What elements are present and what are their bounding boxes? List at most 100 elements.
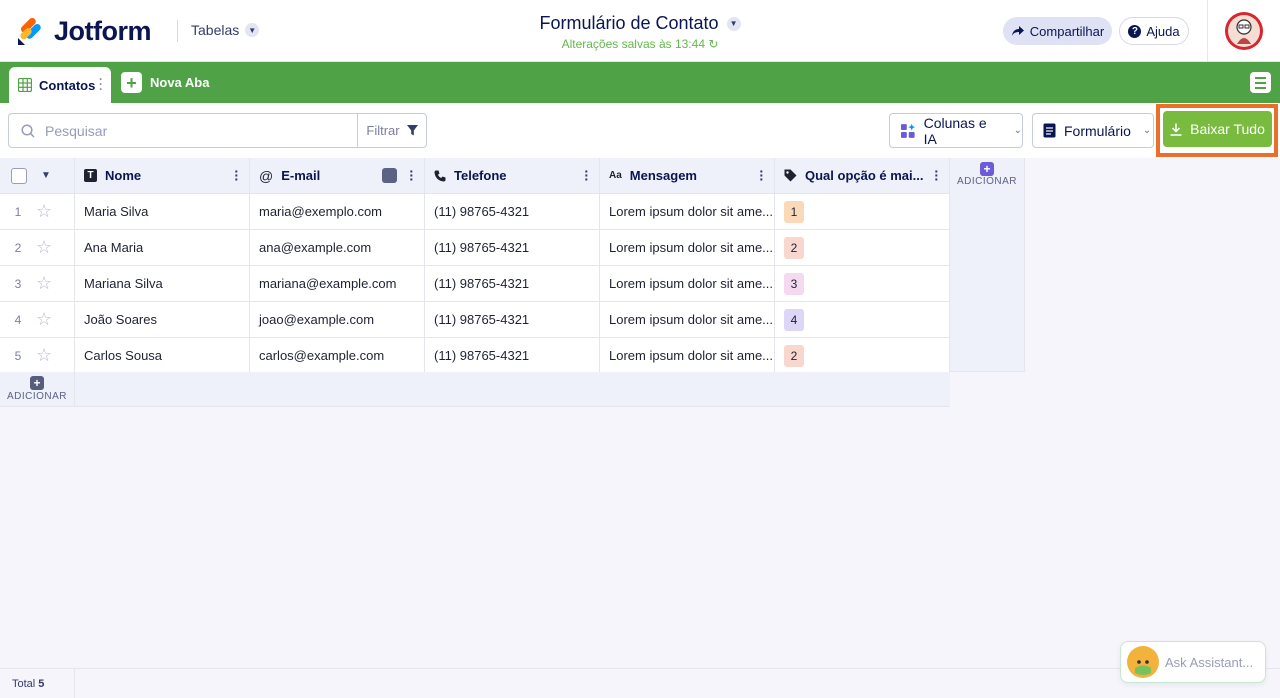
plus-icon: + bbox=[980, 162, 994, 176]
cell-email[interactable]: maria@exemplo.com bbox=[250, 194, 425, 230]
option-badge: 2 bbox=[784, 236, 804, 259]
table-row[interactable]: 2 ☆ Ana Maria ana@example.com (11) 98765-… bbox=[0, 230, 950, 266]
add-column-button[interactable]: + ADICIONAR bbox=[950, 158, 1025, 372]
tab-label: Contatos bbox=[39, 77, 96, 93]
save-status: Alterações salvas às 13:44 ↻ bbox=[440, 37, 840, 51]
ask-assistant-button[interactable]: Ask Assistant... bbox=[1120, 641, 1266, 683]
jotform-logo-icon bbox=[18, 17, 41, 45]
filter-button[interactable]: Filtrar bbox=[357, 113, 427, 148]
cell-email[interactable]: ana@example.com bbox=[250, 230, 425, 266]
cell-name[interactable]: Carlos Sousa bbox=[75, 338, 250, 374]
sparkle-columns-icon bbox=[900, 123, 916, 138]
chevron-down-icon[interactable]: ▼ bbox=[41, 170, 51, 181]
filter-label: Filtrar bbox=[366, 123, 400, 138]
menu-icon[interactable] bbox=[1250, 72, 1271, 93]
column-header-email[interactable]: @ E-mail · · · bbox=[250, 158, 425, 194]
star-icon[interactable]: ☆ bbox=[36, 237, 52, 258]
add-row-label: ADICIONAR bbox=[6, 391, 68, 402]
star-icon[interactable]: ☆ bbox=[36, 309, 52, 330]
column-header-message[interactable]: Aa Mensagem · · · bbox=[600, 158, 775, 194]
cell-option[interactable]: 4 bbox=[775, 302, 950, 338]
table-row[interactable]: 4 ☆ João Soares joao@example.com (11) 987… bbox=[0, 302, 950, 338]
save-status-text: Alterações salvas às 13:44 bbox=[561, 37, 705, 51]
table-row[interactable]: 5 ☆ Carlos Sousa carlos@example.com (11) … bbox=[0, 338, 950, 374]
cell-message[interactable]: Lorem ipsum dolor sit ame... bbox=[600, 194, 775, 230]
cell-phone[interactable]: (11) 98765-4321 bbox=[425, 302, 600, 338]
column-options-icon[interactable]: · · · bbox=[409, 164, 414, 186]
column-options-icon[interactable]: · · · bbox=[759, 164, 764, 186]
column-options-icon[interactable]: · · · bbox=[234, 164, 239, 186]
tabelas-dropdown[interactable]: Tabelas ▼ bbox=[191, 22, 260, 38]
column-label: E-mail bbox=[281, 168, 321, 183]
download-all-button[interactable]: Baixar Tudo bbox=[1163, 111, 1272, 147]
chevron-down-icon: ▼ bbox=[245, 23, 260, 37]
cell-phone[interactable]: (11) 98765-4321 bbox=[425, 230, 600, 266]
form-title[interactable]: Formulário de Contato ▼ bbox=[539, 13, 741, 34]
row-index-cell: 2 ☆ bbox=[0, 230, 75, 266]
cell-option[interactable]: 1 bbox=[775, 194, 950, 230]
row-number: 4 bbox=[14, 312, 22, 327]
cell-email[interactable]: mariana@example.com bbox=[250, 266, 425, 302]
note-icon[interactable] bbox=[382, 168, 397, 183]
add-row-button[interactable]: + ADICIONAR bbox=[0, 372, 75, 407]
cell-phone[interactable]: (11) 98765-4321 bbox=[425, 266, 600, 302]
column-header-phone[interactable]: Telefone · · · bbox=[425, 158, 600, 194]
cell-name[interactable]: Maria Silva bbox=[75, 194, 250, 230]
toolbar: Filtrar Colunas e IA ⌄ Formulário ⌄ bbox=[0, 103, 1280, 158]
row-number: 5 bbox=[14, 348, 22, 363]
select-all-checkbox[interactable] bbox=[11, 167, 27, 184]
tab-contatos[interactable]: Contatos · · · bbox=[9, 67, 111, 103]
share-arrow-icon bbox=[1011, 26, 1024, 36]
jotform-logo[interactable]: Jotform bbox=[16, 16, 152, 47]
cell-name[interactable]: Ana Maria bbox=[75, 230, 250, 266]
search-input[interactable] bbox=[45, 122, 325, 139]
form-label: Formulário bbox=[1064, 122, 1131, 139]
help-label: Ajuda bbox=[1146, 23, 1180, 39]
cell-option[interactable]: 3 bbox=[775, 266, 950, 302]
cell-option[interactable]: 2 bbox=[775, 338, 950, 374]
column-options-icon[interactable]: · · · bbox=[584, 164, 589, 186]
avatar[interactable] bbox=[1225, 12, 1263, 50]
column-label: Mensagem bbox=[629, 168, 697, 183]
new-tab-button[interactable]: + Nova Aba bbox=[121, 72, 209, 93]
cell-message[interactable]: Lorem ipsum dolor sit ame... bbox=[600, 338, 775, 374]
column-options-icon[interactable]: · · · bbox=[934, 164, 939, 186]
table-header-row: ▼ T Nome · · · @ E-mail · · · Telefone · · · A… bbox=[0, 158, 950, 194]
cell-phone[interactable]: (11) 98765-4321 bbox=[425, 194, 600, 230]
row-index-cell: 1 ☆ bbox=[0, 194, 75, 230]
row-number: 2 bbox=[14, 240, 22, 255]
refresh-icon: ↻ bbox=[708, 37, 719, 51]
cell-message[interactable]: Lorem ipsum dolor sit ame... bbox=[600, 266, 775, 302]
search-box bbox=[8, 113, 358, 148]
cell-email[interactable]: joao@example.com bbox=[250, 302, 425, 338]
form-icon bbox=[1043, 123, 1056, 138]
cell-name[interactable]: João Soares bbox=[75, 302, 250, 338]
top-bar: Jotform Tabelas ▼ Formulário de Contato … bbox=[0, 0, 1280, 62]
table-row[interactable]: 1 ☆ Maria Silva maria@exemplo.com (11) 98… bbox=[0, 194, 950, 230]
option-badge: 1 bbox=[784, 200, 804, 223]
plus-icon: + bbox=[30, 376, 44, 390]
column-header-option[interactable]: Qual opção é mai... · · · bbox=[775, 158, 950, 194]
help-icon: ? bbox=[1128, 24, 1142, 38]
star-icon[interactable]: ☆ bbox=[36, 201, 52, 222]
cell-option[interactable]: 2 bbox=[775, 230, 950, 266]
cell-message[interactable]: Lorem ipsum dolor sit ame... bbox=[600, 302, 775, 338]
cell-email[interactable]: carlos@example.com bbox=[250, 338, 425, 374]
star-icon[interactable]: ☆ bbox=[36, 273, 52, 294]
total-count: Total 5 bbox=[0, 669, 75, 698]
help-button[interactable]: ? Ajuda bbox=[1119, 17, 1189, 45]
column-label: Qual opção é mai... bbox=[805, 168, 924, 183]
tag-icon bbox=[784, 169, 797, 182]
cell-name[interactable]: Mariana Silva bbox=[75, 266, 250, 302]
star-icon[interactable]: ☆ bbox=[36, 345, 52, 366]
columns-ai-button[interactable]: Colunas e IA ⌄ bbox=[889, 113, 1023, 148]
row-index-cell: 5 ☆ bbox=[0, 338, 75, 374]
divider bbox=[177, 20, 178, 42]
share-button[interactable]: Compartilhar bbox=[1003, 17, 1112, 45]
column-header-name[interactable]: T Nome · · · bbox=[75, 158, 250, 194]
table-row[interactable]: 3 ☆ Mariana Silva mariana@example.com (11… bbox=[0, 266, 950, 302]
cell-message[interactable]: Lorem ipsum dolor sit ame... bbox=[600, 230, 775, 266]
form-button[interactable]: Formulário ⌄ bbox=[1032, 113, 1154, 148]
tab-options-icon[interactable]: · · · bbox=[99, 73, 103, 95]
cell-phone[interactable]: (11) 98765-4321 bbox=[425, 338, 600, 374]
